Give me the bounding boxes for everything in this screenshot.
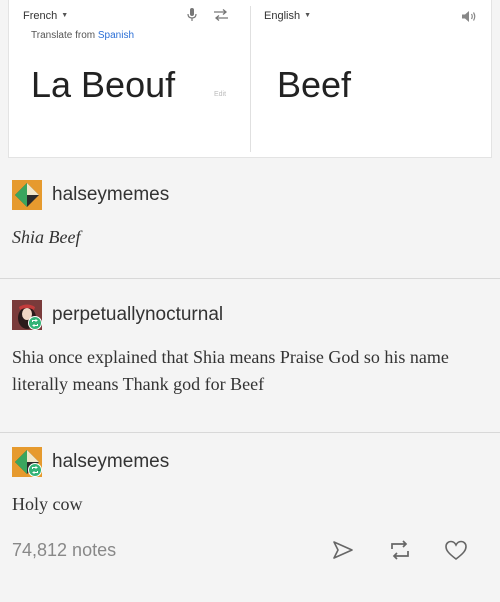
post-body: Shia Beef	[12, 227, 81, 247]
post-block: halseymemes Shia Beef	[12, 180, 488, 251]
reblog-icon[interactable]	[388, 539, 412, 561]
username-link[interactable]: halseymemes	[52, 184, 169, 206]
reblog-badge	[28, 316, 42, 330]
microphone-icon[interactable]	[187, 8, 197, 22]
detected-language: Spanish	[97, 30, 135, 41]
speaker-icon[interactable]	[461, 10, 477, 23]
source-language-label: French	[23, 10, 58, 22]
source-language-select[interactable]: French ▼	[23, 10, 68, 22]
reblog-badge	[28, 463, 42, 477]
chevron-down-icon: ▼	[304, 12, 312, 19]
username-link[interactable]: perpetuallynocturnal	[52, 304, 223, 326]
edit-link[interactable]: Edit	[214, 91, 226, 98]
post-header: halseymemes	[12, 447, 488, 477]
post-header: halseymemes	[12, 180, 488, 210]
avatar[interactable]	[12, 180, 42, 210]
notes-count[interactable]: 74,812 notes	[12, 540, 116, 561]
translate-from-label: Translate from	[31, 30, 96, 41]
post-header: perpetuallynocturnal	[12, 300, 488, 330]
avatar[interactable]	[12, 300, 42, 330]
post-block: perpetuallynocturnal Shia once explained…	[12, 300, 488, 398]
post-block: halseymemes Holy cow	[12, 447, 488, 518]
translate-from-hint[interactable]: Translate from Spanish	[31, 30, 134, 41]
avatar[interactable]	[12, 447, 42, 477]
post-divider	[0, 432, 500, 433]
chevron-down-icon: ▼	[61, 12, 69, 19]
username-link[interactable]: halseymemes	[52, 451, 169, 473]
translate-panel: French ▼ Translate from Spanish La Beouf …	[8, 0, 492, 158]
share-icon[interactable]	[332, 540, 354, 560]
source-text[interactable]: La Beouf	[31, 64, 175, 106]
post-body: Shia once explained that Shia means Prai…	[12, 347, 449, 394]
post-divider	[0, 278, 500, 279]
swap-languages-icon[interactable]	[213, 9, 229, 21]
post-body: Holy cow	[12, 494, 83, 514]
heart-icon[interactable]	[444, 540, 468, 561]
target-language-select[interactable]: English ▼	[264, 10, 311, 22]
panel-divider	[250, 6, 251, 152]
translated-text: Beef	[277, 64, 352, 105]
target-language-label: English	[264, 10, 301, 22]
